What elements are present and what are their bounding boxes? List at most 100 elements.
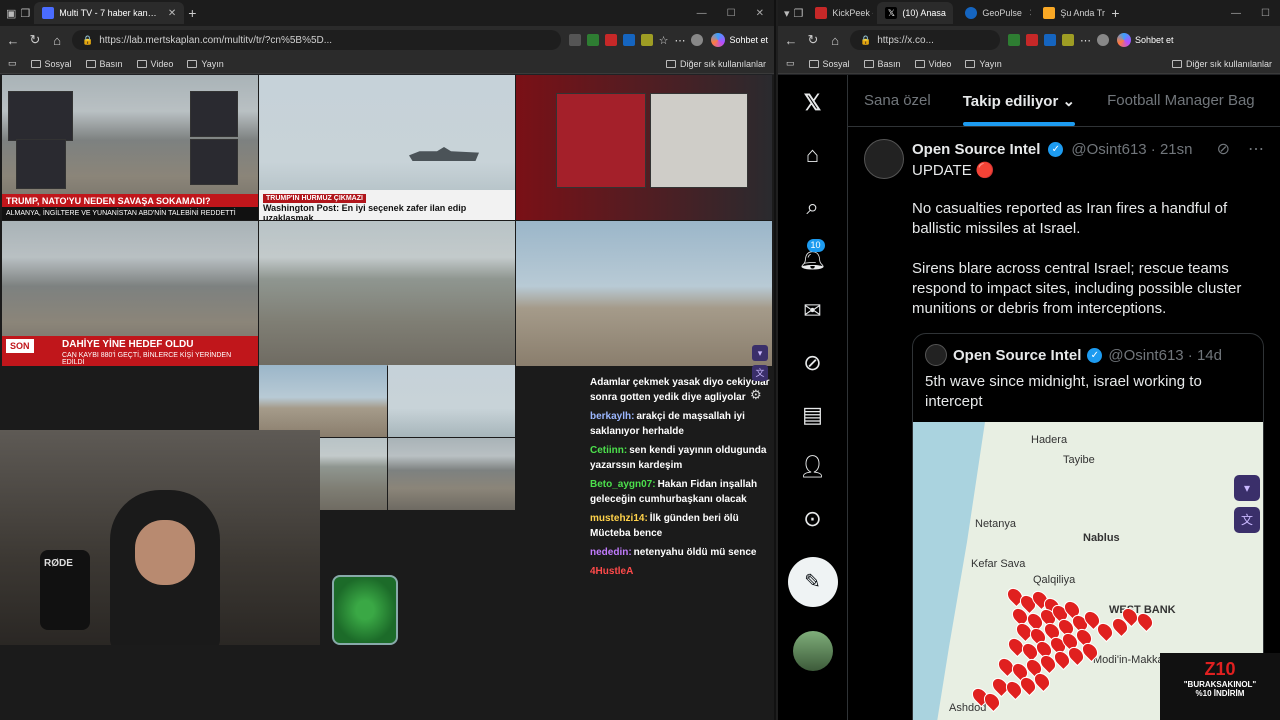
extension-icon[interactable] (568, 34, 581, 46)
close-window-icon[interactable]: ✕ (756, 8, 764, 19)
tab-actions-icon[interactable]: ❐ (20, 7, 30, 20)
reload-icon[interactable]: ↻ (28, 32, 42, 48)
tv-channel-5[interactable] (259, 221, 515, 366)
chat-tool-icon[interactable]: ▾ (752, 345, 768, 361)
notifications-icon[interactable]: 🔔︎ 10 (799, 239, 826, 273)
search-icon[interactable]: ⌕ (806, 193, 818, 221)
copilot-chat-button[interactable]: Sohbet et (711, 33, 768, 47)
tab-su-anda[interactable]: Şu Anda Tr✕ (1035, 2, 1107, 24)
bookmarks-toggle-icon[interactable]: ▭ (786, 58, 795, 69)
camera-feed[interactable] (259, 365, 387, 437)
favorites-icon[interactable]: ☆ (659, 34, 669, 47)
lists-icon[interactable]: ▤ (802, 401, 823, 429)
translate-icon[interactable]: 文 (752, 365, 768, 381)
workspaces-icon[interactable]: ▾ (784, 7, 790, 20)
copilot-chat-button[interactable]: Sohbet et (1117, 33, 1174, 47)
profile-avatar[interactable] (691, 34, 704, 46)
author-name[interactable]: Open Source Intel (912, 141, 1040, 158)
bookmark-folder[interactable]: Basın (85, 59, 123, 69)
chat-username[interactable]: berkaylh: (590, 411, 634, 422)
close-tab-icon[interactable]: ✕ (168, 8, 176, 19)
tweet[interactable]: Open Source Intel ✓ @Osint613 · 21sn ⊘ ⋯… (848, 127, 1280, 720)
tab-kickpeek[interactable]: KickPeek - (807, 2, 873, 24)
other-favorites[interactable]: Diğer sık kullanılanlar (665, 59, 766, 69)
extension-icon[interactable] (622, 34, 635, 46)
x-logo-icon[interactable]: 𝕏 (804, 89, 822, 117)
extension-icon[interactable] (1062, 34, 1074, 46)
tweet-avatar[interactable] (864, 139, 904, 179)
new-tab-icon[interactable]: + (188, 5, 196, 21)
home-icon[interactable]: ⌂ (50, 33, 64, 48)
bookmark-folder[interactable]: Sosyal (30, 58, 72, 69)
extension-icon[interactable] (586, 34, 599, 46)
tab-multitv[interactable]: Multi TV - 7 haber kanalını aynı an ✕ (34, 2, 185, 24)
tv-channel-6[interactable] (516, 221, 772, 366)
chat-tool-icon[interactable]: ▾ (1234, 475, 1260, 501)
back-icon[interactable]: ← (784, 33, 798, 48)
bookmark-label: Sosyal (44, 58, 72, 69)
folder-icon (187, 59, 198, 68)
close-tab-icon[interactable]: ✕ (1029, 8, 1031, 19)
bookmark-folder[interactable]: Video (914, 58, 952, 69)
tab-following[interactable]: Takip ediliyor ⌄ (962, 92, 1076, 126)
minimize-icon[interactable]: — (1231, 8, 1241, 19)
maximize-icon[interactable]: ☐ (1261, 8, 1270, 19)
tv-channel-2[interactable]: TRUMP'IN HÜRMÜZ ÇIKMAZI Washington Post:… (259, 75, 515, 220)
other-favorites[interactable]: Diğer sık kullanılanlar (1171, 59, 1272, 69)
grok-icon[interactable]: ⊘ (803, 349, 821, 377)
extension-icon[interactable] (1044, 34, 1056, 46)
more-icon[interactable]: ⋯ (674, 34, 685, 47)
account-avatar[interactable] (792, 631, 833, 671)
extension-icon[interactable] (604, 34, 617, 46)
chat-username[interactable]: nededin: (590, 547, 632, 558)
tab-title: Şu Anda Tr (1060, 8, 1105, 18)
address-bar[interactable]: 🔒 https://lab.mertskaplan.com/multitv/tr… (72, 30, 561, 50)
more-options-icon[interactable]: ⋯ (1248, 139, 1264, 159)
profile-avatar[interactable] (1097, 34, 1109, 46)
chat-username[interactable]: mustehzi14: (590, 513, 648, 524)
tv-channel-1[interactable]: TRUMP, NATO'YU NEDEN SAVAŞA SOKAMADI? AL… (2, 75, 258, 220)
extension-icon[interactable] (1026, 34, 1038, 46)
tv-channel-3[interactable] (516, 75, 772, 220)
tab-for-you[interactable]: Sana özel (864, 92, 931, 109)
extension-icon[interactable] (640, 34, 653, 46)
tab-actions-icon[interactable]: ❐ (794, 7, 804, 20)
promo-overlay: Z10 "BURAKSAKINOL" %10 İNDİRİM (1160, 653, 1280, 720)
more-icon[interactable]: ⊙ (803, 505, 821, 533)
chat-username[interactable]: Beto_aygn07: (590, 479, 656, 490)
author-handle[interactable]: @Osint613 · 21sn (1071, 141, 1192, 158)
home-icon[interactable]: ⌂ (806, 141, 819, 169)
home-icon[interactable]: ⌂ (828, 33, 842, 48)
tab-x[interactable]: 𝕏(10) Anasa✕ (877, 2, 954, 24)
son-badge: SON (6, 339, 34, 353)
tab-title: (10) Anasa (902, 8, 946, 18)
bookmark-folder[interactable]: Yayın (187, 59, 224, 69)
reload-icon[interactable]: ↻ (806, 32, 820, 48)
bookmark-folder[interactable]: Sosyal (808, 59, 850, 69)
bookmarks-toggle-icon[interactable]: ▭ (8, 58, 17, 69)
maximize-icon[interactable]: ☐ (727, 8, 736, 19)
minimize-icon[interactable]: — (697, 8, 707, 19)
camera-feed[interactable] (387, 365, 515, 437)
messages-icon[interactable]: ✉ (803, 297, 821, 325)
extension-icon[interactable] (1008, 34, 1020, 46)
grok-explain-icon[interactable]: ⊘ (1217, 139, 1230, 159)
new-tab-icon[interactable]: + (1111, 5, 1119, 21)
chat-username[interactable]: 4HustleA (590, 566, 633, 577)
tab-football-manager[interactable]: Football Manager Bag (1107, 92, 1255, 109)
chat-username[interactable]: Cetiinn: (590, 445, 627, 456)
address-bar[interactable]: 🔒 https://x.co... (850, 30, 1000, 50)
translate-icon[interactable]: 文 (1234, 507, 1260, 533)
bookmark-folder[interactable]: Basın (863, 59, 901, 69)
tab-geopulse[interactable]: GeoPulse ✕ (957, 2, 1031, 24)
camera-feed[interactable] (387, 438, 515, 510)
workspaces-icon[interactable]: ▣ (6, 7, 16, 20)
post-button[interactable]: ✎ (787, 557, 838, 607)
bookmark-label: Video (928, 58, 952, 69)
bookmark-folder[interactable]: Video (136, 59, 173, 69)
profile-icon[interactable]: 👤︎ (799, 453, 827, 481)
tv-channel-4[interactable]: SON DAHİYE YİNE HEDEF OLDU CAN KAYBI 880… (2, 221, 258, 366)
back-icon[interactable]: ← (6, 33, 20, 48)
bookmark-folder[interactable]: Yayın (965, 59, 1002, 69)
more-icon[interactable]: ⋯ (1080, 34, 1091, 47)
